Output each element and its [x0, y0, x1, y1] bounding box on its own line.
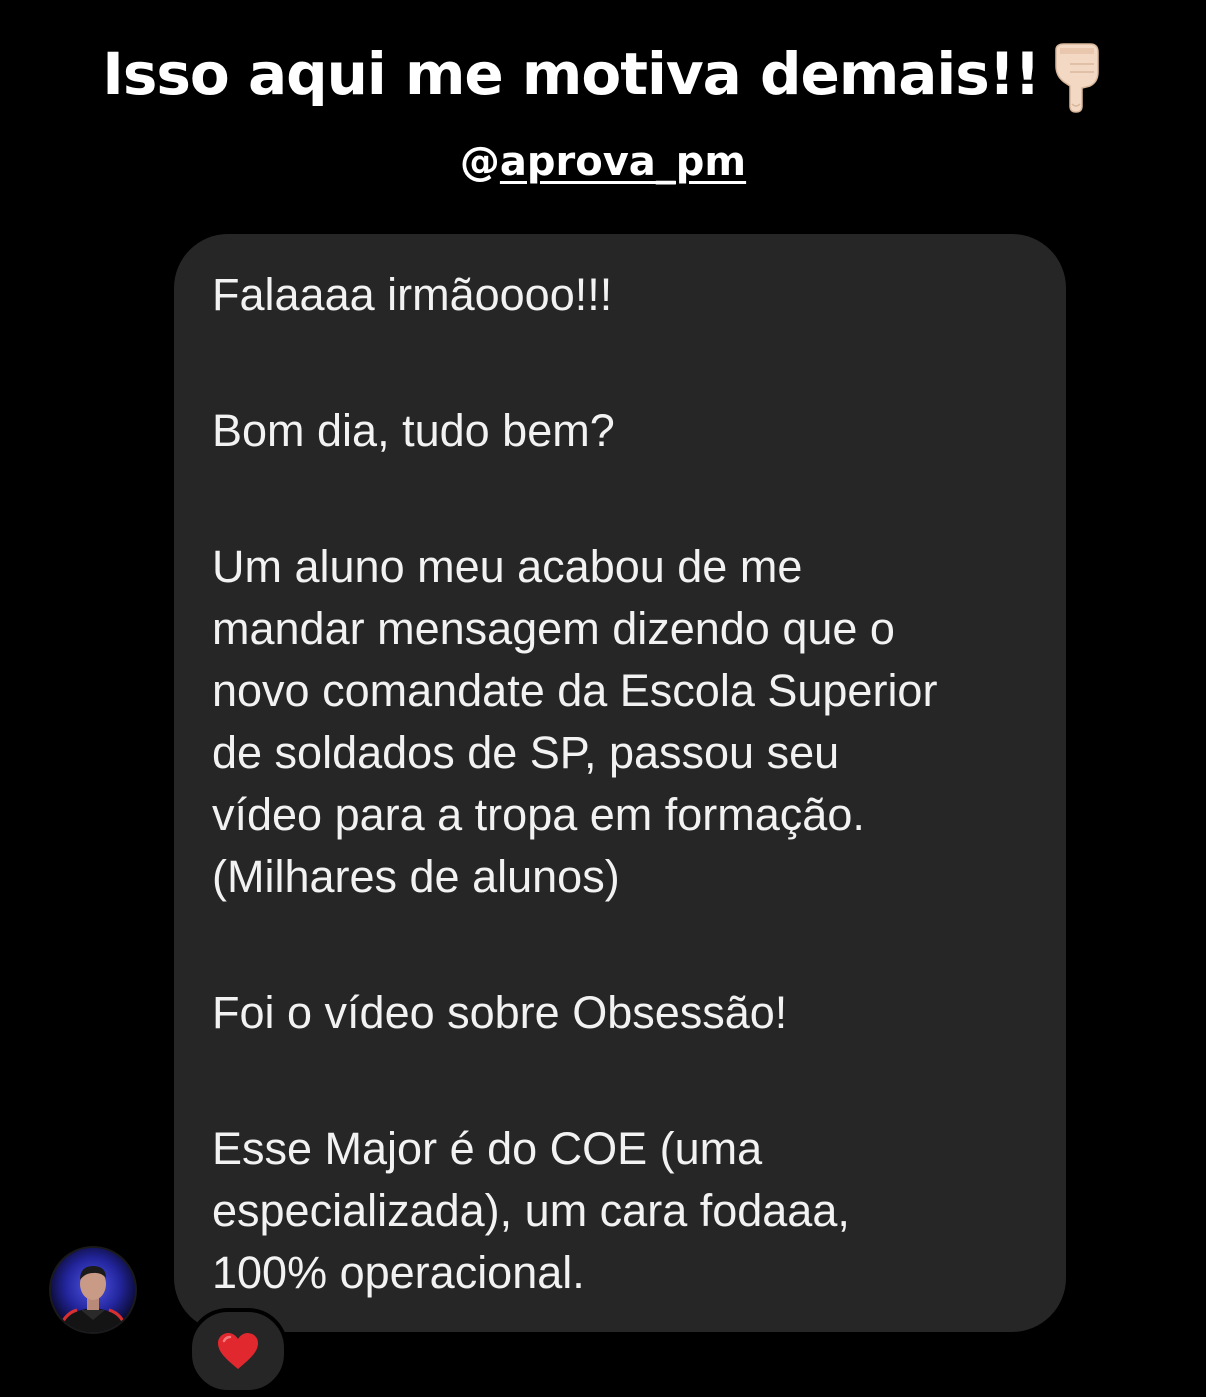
message-paragraph-5: Esse Major é do COE (uma especializada),…	[212, 1123, 850, 1298]
mention-tag[interactable]: @aprova_pm	[0, 138, 1206, 186]
red-heart-icon	[218, 1333, 258, 1369]
message-paragraph-2: Bom dia, tudo bem?	[212, 405, 615, 456]
message-bubble[interactable]: Falaaaa irmãoooo!!! Bom dia, tudo bem? U…	[174, 234, 1066, 1332]
story-headline: Isso aqui me motiva demais!!	[0, 38, 1206, 114]
message-paragraph-3: Um aluno meu acabou de me mandar mensage…	[212, 541, 938, 902]
avatar-portrait-icon	[51, 1248, 135, 1332]
message-paragraph-1: Falaaaa irmãoooo!!!	[212, 269, 613, 320]
sender-avatar[interactable]	[51, 1248, 135, 1332]
pointing-down-emoji-icon	[1050, 42, 1104, 114]
message-paragraph-4: Foi o vídeo sobre Obsessão!	[212, 987, 788, 1038]
heart-reaction[interactable]	[188, 1308, 288, 1394]
mention-prefix: @	[459, 139, 500, 185]
headline-text: Isso aqui me motiva demais!!	[102, 40, 1040, 108]
mention-handle[interactable]: aprova_pm	[500, 139, 746, 185]
